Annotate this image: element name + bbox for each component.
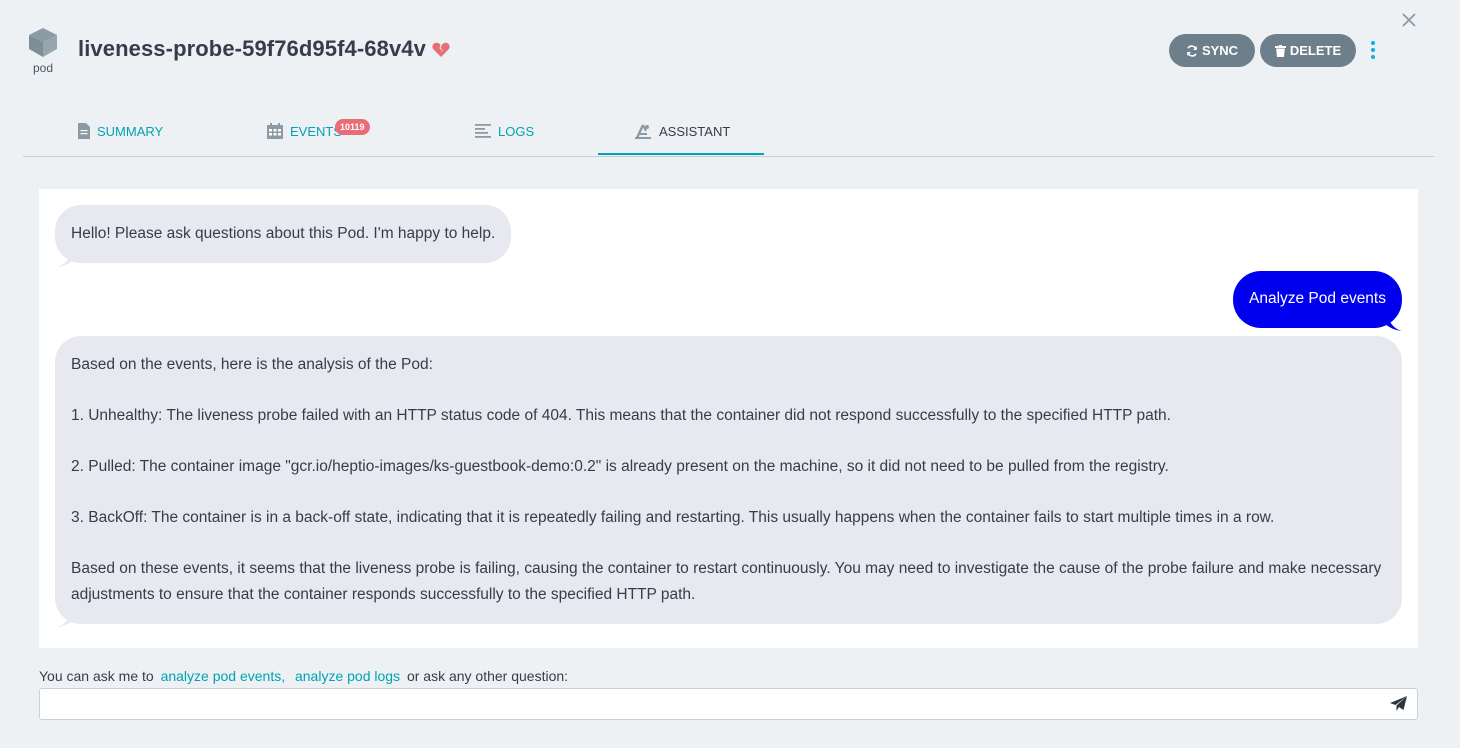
more-actions-icon[interactable] <box>1366 38 1380 62</box>
refresh-icon <box>1187 44 1197 57</box>
kind-label: pod <box>32 61 54 75</box>
suggestion-analyze-events[interactable]: analyze pod events, <box>161 668 286 684</box>
align-left-icon <box>475 124 491 138</box>
tab-logs[interactable]: LOGS <box>475 106 534 156</box>
assistant-icon <box>635 124 651 139</box>
tab-assistant-label: ASSISTANT <box>659 123 731 139</box>
pod-kind-icon: pod <box>26 26 60 75</box>
file-icon <box>78 123 90 139</box>
tab-assistant[interactable]: ASSISTANT <box>634 106 730 156</box>
question-input-box <box>39 688 1418 720</box>
suggestion-analyze-logs[interactable]: analyze pod logs <box>295 668 400 684</box>
send-icon[interactable] <box>1390 696 1407 712</box>
suggestions-hint: You can ask me to analyze pod events, an… <box>39 668 568 684</box>
chat-panel[interactable]: Hello! Please ask questions about this P… <box>39 189 1418 648</box>
sync-button[interactable]: SYNC <box>1169 34 1255 67</box>
page-title: liveness-probe-59f76d95f4-68v4v <box>78 36 426 61</box>
active-tab-indicator <box>598 153 764 155</box>
bubble-tail <box>57 253 79 267</box>
question-input[interactable] <box>40 689 1370 719</box>
bot-message: Hello! Please ask questions about this P… <box>55 205 512 263</box>
cube-icon <box>29 28 57 57</box>
broken-heart-icon <box>432 42 450 63</box>
message-text: Hello! Please ask questions about this P… <box>71 225 496 242</box>
hint-prefix: You can ask me to <box>39 668 154 684</box>
message-text: Based on the events, here is the analysi… <box>71 356 1382 603</box>
tab-bar: SUMMARY EVENTS 10119 LOGS ASSISTANT <box>23 106 1434 157</box>
trash-icon <box>1274 44 1286 57</box>
tab-events[interactable]: EVENTS <box>267 106 342 156</box>
close-icon[interactable] <box>1400 11 1418 29</box>
message-text: Analyze Pod events <box>1248 290 1386 307</box>
delete-button[interactable]: DELETE <box>1260 34 1356 67</box>
bot-message: Based on the events, here is the analysi… <box>55 336 1402 624</box>
tab-summary-label: SUMMARY <box>97 123 164 139</box>
sync-label: SYNC <box>1201 43 1239 58</box>
tab-summary[interactable]: SUMMARY <box>78 106 163 156</box>
bubble-tail <box>57 613 79 627</box>
user-message: Analyze Pod events <box>1232 271 1402 328</box>
hint-suffix: or ask any other question: <box>406 668 569 684</box>
bubble-tail <box>1380 317 1402 331</box>
calendar-icon <box>267 123 283 139</box>
tab-logs-label: LOGS <box>498 123 535 139</box>
events-count-badge: 10119 <box>335 119 370 135</box>
delete-label: DELETE <box>1289 43 1342 58</box>
